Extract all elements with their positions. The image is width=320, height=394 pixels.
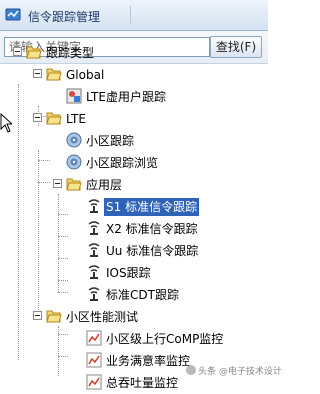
signaling-trace-icon <box>86 242 102 258</box>
tree-node-s1-signaling-trace[interactable]: S1 标准信令跟踪 <box>0 196 268 218</box>
cell-trace-icon <box>66 154 82 170</box>
tree-node-lte[interactable]: LTE <box>0 108 268 130</box>
watermark-text: 头条 @电子技术设计 <box>198 367 282 377</box>
collapse-toggle[interactable] <box>33 69 42 78</box>
tree-node-uu-signaling-trace[interactable]: Uu 标准信令跟踪 <box>0 240 268 262</box>
tree-node-ios-trace[interactable]: IOS跟踪 <box>0 262 268 284</box>
tree-node-label: LTE虚用户跟踪 <box>86 90 166 104</box>
tree-node-label: 标准CDT跟踪 <box>106 288 179 302</box>
tree-node-label: Global <box>66 68 105 82</box>
tree-node-label: IOS跟踪 <box>106 266 151 280</box>
tree-node-label: LTE <box>66 112 86 126</box>
tree-node-label: 应用层 <box>86 178 123 192</box>
tree-node-label: 小区性能测试 <box>66 310 139 324</box>
tree-node-label: 小区级上行CoMP监控 <box>106 332 224 346</box>
monitor-chart-icon <box>86 352 102 368</box>
tree-node-cell-trace[interactable]: 小区跟踪 <box>0 130 268 152</box>
signaling-trace-icon <box>86 220 102 236</box>
collapse-toggle[interactable] <box>13 47 22 56</box>
tree-node-label: 小区跟踪浏览 <box>86 156 159 170</box>
tree-node-label: S1 标准信令跟踪 <box>104 198 200 216</box>
signaling-trace-icon <box>86 198 102 214</box>
mouse-pointer-icon <box>0 112 14 133</box>
trace-manager-icon <box>5 7 21 23</box>
tree-node-label: 小区跟踪 <box>86 134 135 148</box>
folder-open-icon <box>66 176 82 192</box>
watermark-logo-icon <box>186 365 196 375</box>
tree-node-label: 跟踪类型 <box>46 46 95 60</box>
tree-node-application-layer[interactable]: 应用层 <box>0 174 268 196</box>
monitor-chart-icon <box>86 330 102 346</box>
folder-open-icon <box>26 44 42 60</box>
collapse-toggle[interactable] <box>33 113 42 122</box>
signaling-trace-icon <box>86 286 102 302</box>
panel-title: 信令跟踪管理 <box>28 10 101 24</box>
signaling-trace-icon <box>86 264 102 280</box>
folder-open-icon <box>46 110 62 126</box>
collapse-toggle[interactable] <box>33 311 42 320</box>
tree-node-global[interactable]: Global <box>0 64 268 86</box>
monitor-chart-icon <box>86 374 102 390</box>
folder-open-icon <box>46 308 62 324</box>
tree-node-label: Uu 标准信令跟踪 <box>106 244 199 258</box>
tree-node-cell-trace-browse[interactable]: 小区跟踪浏览 <box>0 152 268 174</box>
tree-node-comp-monitor[interactable]: 小区级上行CoMP监控 <box>0 328 268 350</box>
tree-node-trace-types[interactable]: 跟踪类型 <box>0 42 268 64</box>
tree-node-standard-cdt-trace[interactable]: 标准CDT跟踪 <box>0 284 268 306</box>
collapse-toggle[interactable] <box>53 179 62 188</box>
folder-open-icon <box>46 66 62 82</box>
panel-title-bar: 信令跟踪管理 <box>0 0 268 31</box>
tree-node-cell-performance-test[interactable]: 小区性能测试 <box>0 306 268 328</box>
tree-node-label: X2 标准信令跟踪 <box>106 222 198 236</box>
trace-type-tree: 跟踪类型 Global LTE虚用户跟踪 LTE 小区跟踪 小区跟踪浏览 应用层… <box>0 46 268 390</box>
virtual-user-icon <box>66 88 82 104</box>
title-divider <box>130 6 131 24</box>
tree-node-lte-virtual-user-trace[interactable]: LTE虚用户跟踪 <box>0 86 268 108</box>
tree-node-x2-signaling-trace[interactable]: X2 标准信令跟踪 <box>0 218 268 240</box>
tree-node-label: 总吞吐量监控 <box>106 376 179 390</box>
watermark: 头条 @电子技术设计 <box>186 364 282 377</box>
tree-node-label: 业务满意率监控 <box>106 354 191 368</box>
cell-trace-icon <box>66 132 82 148</box>
